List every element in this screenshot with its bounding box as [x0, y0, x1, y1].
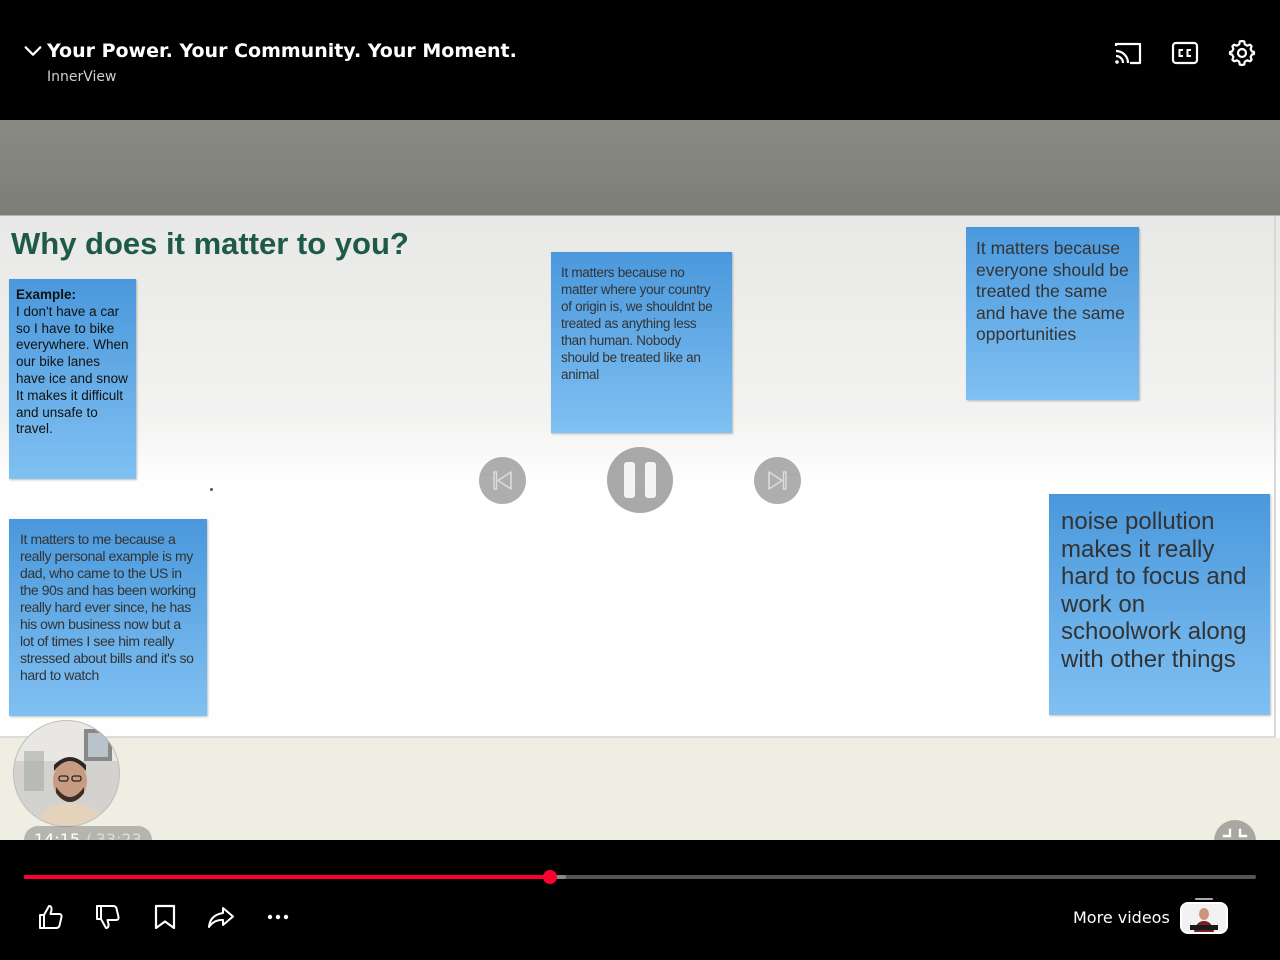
progress-played — [24, 875, 550, 879]
video-title: Your Power. Your Community. Your Moment. — [47, 40, 517, 62]
video-frame[interactable]: Why does it matter to you? Example: I do… — [0, 120, 1280, 840]
sticky-note-origin: It matters because no matter where your … — [551, 252, 732, 433]
more-videos-thumbnail[interactable] — [1180, 902, 1228, 934]
pause-icon[interactable] — [607, 447, 673, 513]
channel-name[interactable]: InnerView — [47, 69, 116, 85]
bottom-bar: More videos — [0, 840, 1280, 960]
thumbs-up-icon[interactable] — [36, 902, 66, 932]
time-display: 14:15 / 33:23 — [24, 826, 152, 840]
current-time: 14:15 — [34, 830, 81, 840]
skip-next-icon[interactable] — [754, 457, 801, 504]
time-separator: / — [80, 830, 96, 840]
video-background-strip — [0, 738, 1280, 840]
share-icon[interactable] — [206, 902, 236, 932]
slide-dot — [210, 488, 213, 491]
gear-icon[interactable] — [1227, 38, 1257, 68]
progress-scrubber-handle[interactable] — [542, 870, 557, 884]
more-videos-stack-edge — [1195, 898, 1213, 900]
note-label: Example: — [16, 287, 77, 302]
thumbs-down-icon[interactable] — [93, 902, 123, 932]
chevron-down-icon[interactable] — [22, 40, 44, 62]
top-bar: Your Power. Your Community. Your Moment.… — [0, 0, 1280, 120]
exit-fullscreen-icon[interactable] — [1214, 820, 1256, 840]
note-text: I don't have a car so I have to bike eve… — [16, 303, 129, 437]
sticky-note-noise: noise pollution makes it really hard to … — [1049, 494, 1270, 715]
presenter-webcam-thumbnail[interactable] — [13, 720, 120, 827]
cast-icon[interactable] — [1113, 38, 1143, 68]
duration: 33:23 — [95, 830, 142, 840]
skip-previous-icon[interactable] — [479, 457, 526, 504]
more-options-icon[interactable] — [263, 902, 293, 932]
slide-heading: Why does it matter to you? — [11, 226, 409, 261]
sticky-note-dad: It matters to me because a really person… — [9, 519, 207, 716]
cc-icon[interactable] — [1170, 38, 1200, 68]
sticky-note-everyone: It matters because everyone should be tr… — [966, 227, 1139, 400]
progress-bar[interactable] — [24, 870, 1256, 884]
bookmark-icon[interactable] — [150, 902, 180, 932]
sticky-note-example: Example: I don't have a car so I have to… — [9, 279, 136, 479]
more-videos-button[interactable]: More videos — [1073, 908, 1170, 927]
